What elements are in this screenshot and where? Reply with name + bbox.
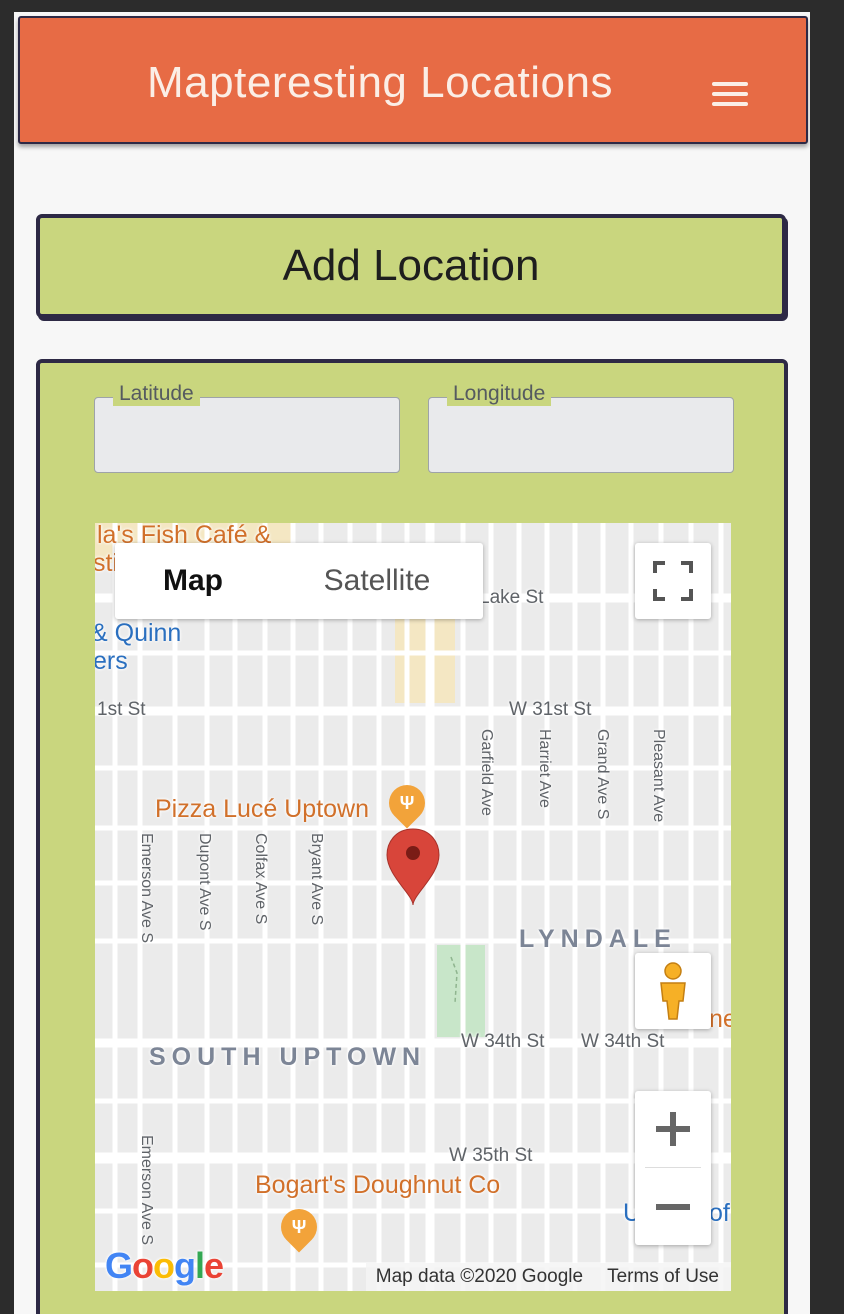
map-label: Garfield Ave: [478, 729, 495, 816]
longitude-field[interactable]: Longitude: [428, 382, 734, 473]
fullscreen-button[interactable]: [635, 543, 711, 619]
map-label: Harriet Ave: [536, 729, 553, 808]
fullscreen-icon: [653, 561, 693, 601]
restaurant-icon: Ψ: [381, 777, 433, 829]
hamburger-menu-icon[interactable]: [712, 82, 748, 108]
zoom-control: [635, 1091, 711, 1245]
map-label: Lake St: [479, 587, 544, 608]
map-label: Pleasant Ave: [650, 729, 667, 823]
map-label: Bogart's Doughnut Co: [255, 1171, 501, 1199]
app-title: Mapteresting Locations: [147, 58, 613, 107]
map-attribution: Map data ©2020 Google Terms of Use: [365, 1263, 731, 1291]
map-label: Emerson Ave S: [138, 833, 155, 943]
map-label: W 31st St: [509, 699, 592, 720]
app-container: Mapteresting Locations Add Location Lati…: [14, 12, 810, 1314]
map-label: ne: [709, 1005, 731, 1033]
app-header: Mapteresting Locations: [18, 16, 808, 144]
map-type-map-button[interactable]: Map: [115, 543, 271, 619]
add-location-button[interactable]: Add Location: [36, 214, 786, 318]
map-label: 1st St: [97, 699, 146, 720]
plus-icon: [656, 1112, 690, 1146]
terms-of-use-link[interactable]: Terms of Use: [607, 1263, 719, 1291]
street-view-pegman-icon: [660, 962, 686, 1020]
map-label: Grand Ave S: [594, 729, 611, 820]
map-label: Dupont Ave S: [196, 833, 213, 931]
map-type-satellite-button[interactable]: Satellite: [271, 543, 483, 619]
map-label: of: [709, 1199, 730, 1227]
map-label: W 34th St: [461, 1031, 545, 1052]
map-label: W 35th St: [449, 1145, 533, 1166]
map-label: Colfax Ave S: [252, 833, 269, 925]
map-label: Emerson Ave S: [138, 1135, 155, 1245]
map-label: Bryant Ave S: [308, 833, 325, 926]
location-form-panel: Latitude Longitude la's Fish Café & sti …: [36, 359, 788, 1314]
map-label: Pizza Lucé Uptown: [155, 795, 370, 823]
latitude-field[interactable]: Latitude: [94, 382, 400, 473]
map-label: LYNDALE: [519, 925, 677, 953]
map-data-text: Map data ©2020 Google: [375, 1266, 584, 1287]
map-label: ers: [95, 647, 128, 675]
zoom-divider: [645, 1167, 701, 1168]
restaurant-icon: Ψ: [273, 1201, 325, 1253]
street-view-button[interactable]: [635, 953, 711, 1029]
map-label: & Quinn: [95, 619, 182, 647]
google-map[interactable]: la's Fish Café & sti & Quinn ers 1st St …: [95, 523, 731, 1291]
longitude-label: Longitude: [447, 382, 552, 406]
zoom-in-button[interactable]: [635, 1091, 711, 1167]
latitude-input[interactable]: [95, 398, 399, 472]
map-label: SOUTH UPTOWN: [149, 1043, 427, 1071]
zoom-out-button[interactable]: [635, 1169, 711, 1245]
longitude-input[interactable]: [429, 398, 733, 472]
map-type-control: Map Satellite: [115, 543, 483, 619]
minus-icon: [656, 1204, 690, 1210]
map-label: W 34th St: [581, 1031, 665, 1052]
google-logo[interactable]: Google: [105, 1245, 224, 1287]
latitude-label: Latitude: [113, 382, 200, 406]
